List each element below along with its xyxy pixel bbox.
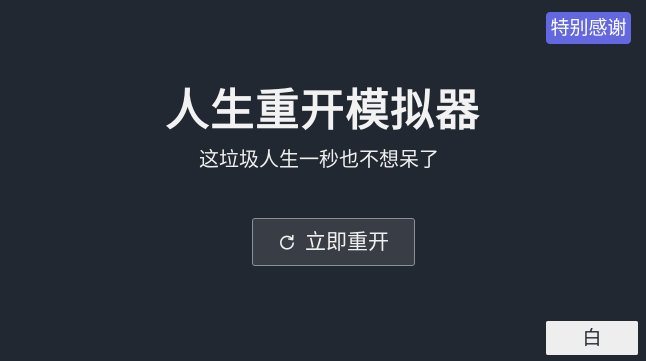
restart-now-button[interactable]: 立即重开 — [252, 218, 415, 266]
refresh-icon — [278, 233, 296, 251]
theme-toggle-button[interactable]: 白 — [546, 321, 638, 355]
special-thanks-button[interactable]: 特别感谢 — [546, 12, 631, 44]
restart-button-label: 立即重开 — [305, 230, 389, 254]
page-title: 人生重开模拟器 — [165, 85, 481, 136]
page-subtitle: 这垃圾人生一秒也不想呆了 — [199, 147, 439, 171]
